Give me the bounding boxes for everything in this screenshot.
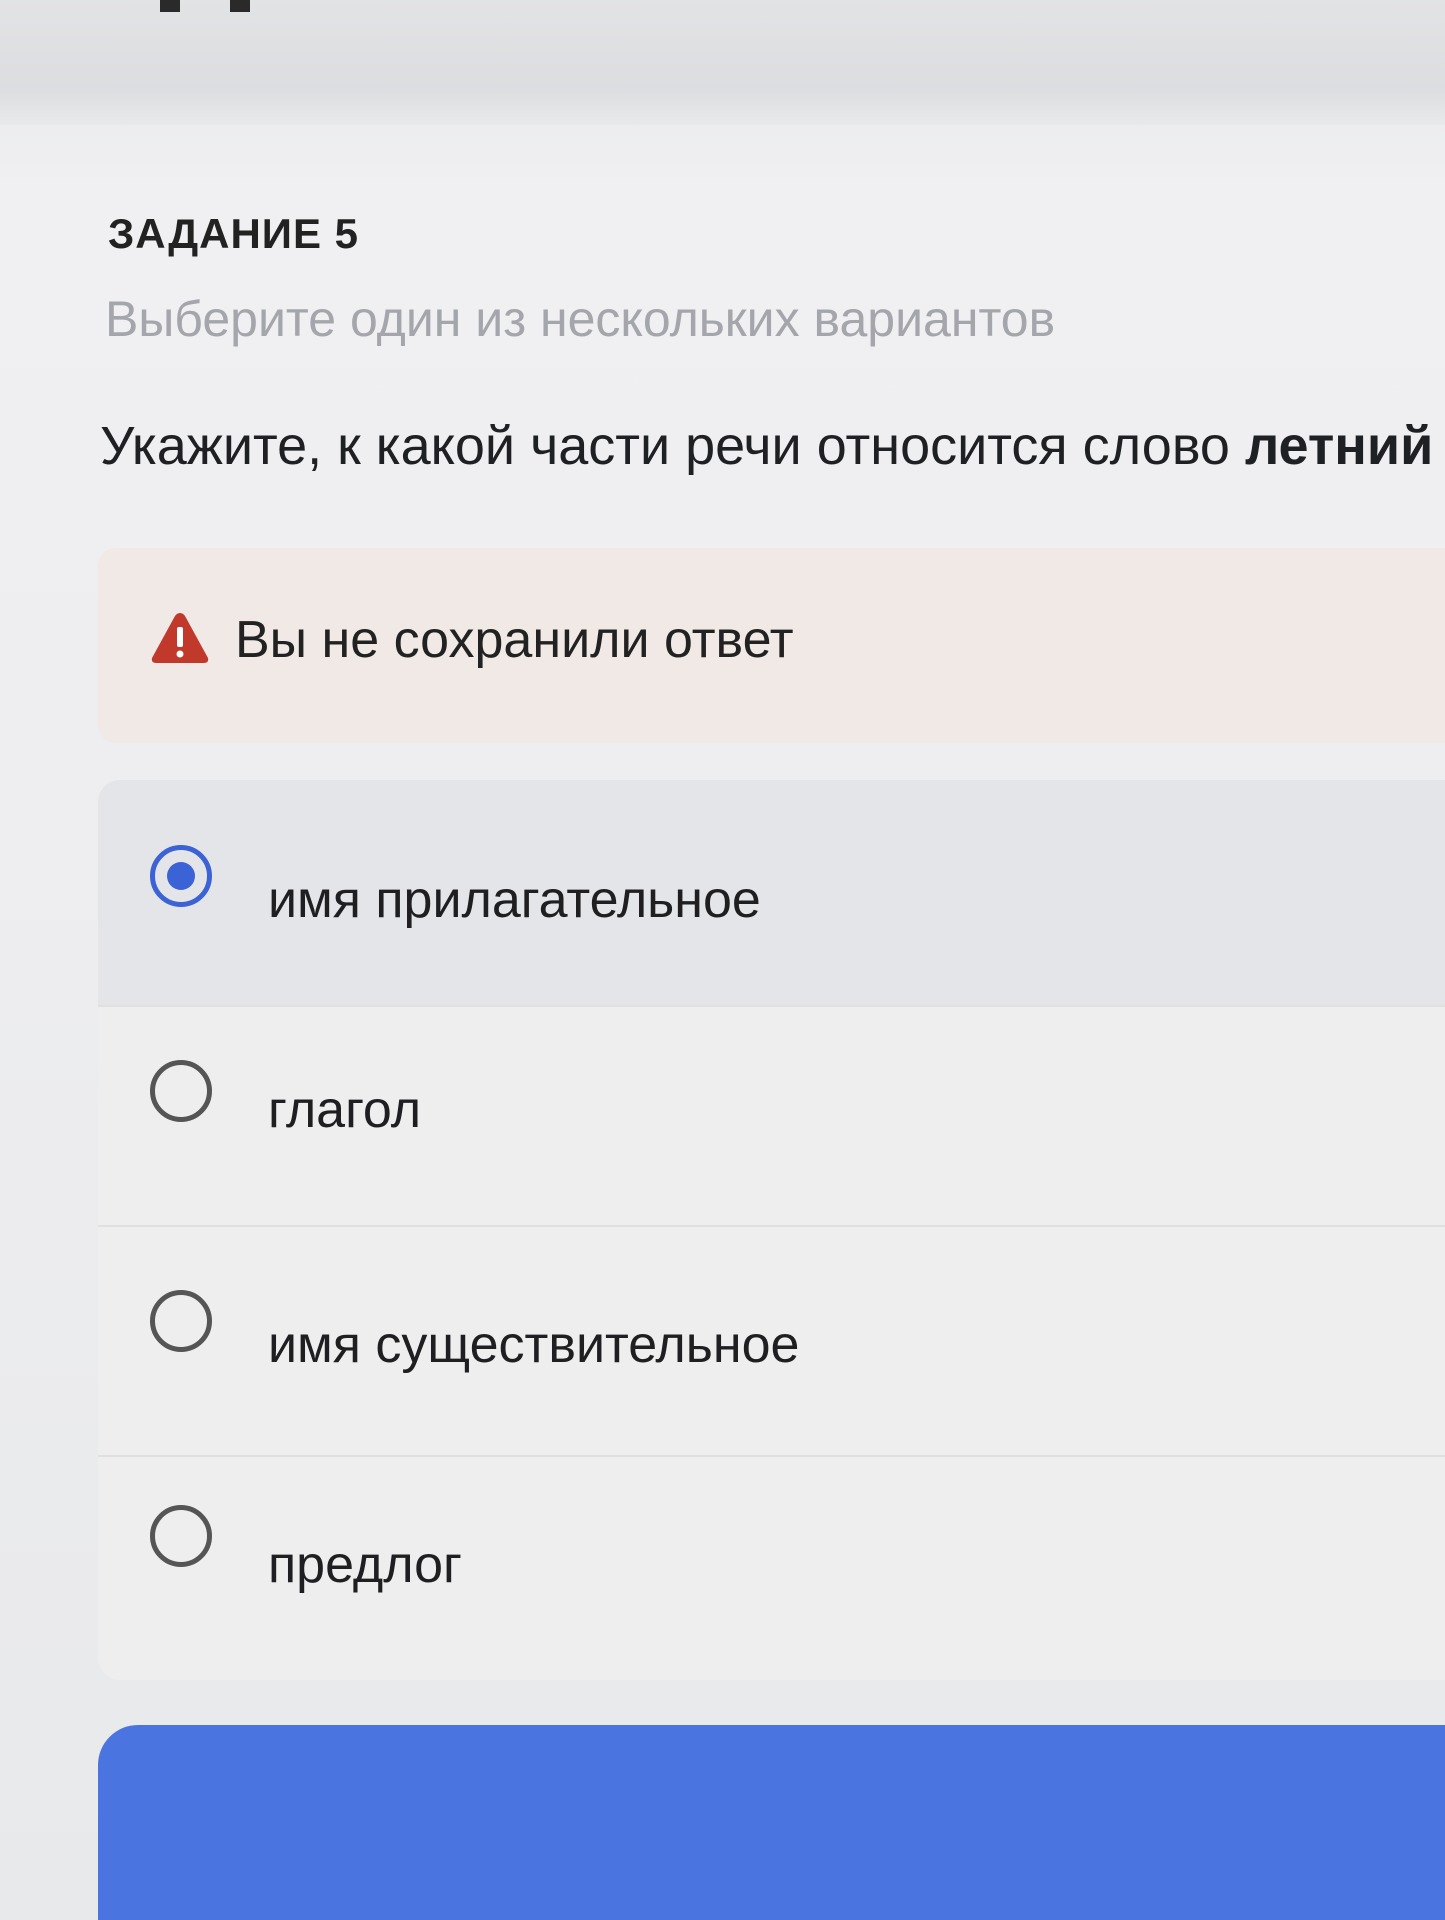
radio-button-checked[interactable] (150, 845, 212, 907)
warning-triangle-icon (151, 613, 209, 663)
answer-options: имя прилагательное глагол имя существите… (98, 780, 1445, 1680)
top-bar (0, 0, 1445, 125)
task-hint: Выберите один из нескольких вариантов (105, 291, 1056, 347)
radio-button[interactable] (150, 1505, 212, 1567)
option-label: глагол (268, 1081, 422, 1139)
option-item[interactable]: глагол (98, 1005, 1445, 1227)
submit-button[interactable] (98, 1725, 1445, 1920)
option-item[interactable]: имя прилагательное (98, 780, 1445, 1007)
option-label: имя прилагательное (268, 871, 761, 929)
warning-text: Вы не сохранили ответ (235, 611, 794, 669)
page: ЗАДАНИЕ 5 Выберите один из нескольких ва… (0, 0, 1445, 1920)
page-heading-fragment (110, 0, 310, 12)
question-text: Укажите, к какой части речи относится сл… (100, 415, 1433, 477)
option-label: имя существительное (268, 1316, 800, 1374)
question-prefix: Укажите, к какой части речи относится сл… (100, 416, 1245, 476)
radio-button[interactable] (150, 1290, 212, 1352)
question-word: летний (1244, 416, 1434, 476)
option-item[interactable]: имя существительное (98, 1225, 1445, 1457)
option-label: предлог (268, 1536, 463, 1594)
option-item[interactable]: предлог (98, 1455, 1445, 1675)
task-label: ЗАДАНИЕ 5 (108, 210, 360, 257)
radio-button[interactable] (150, 1060, 212, 1122)
